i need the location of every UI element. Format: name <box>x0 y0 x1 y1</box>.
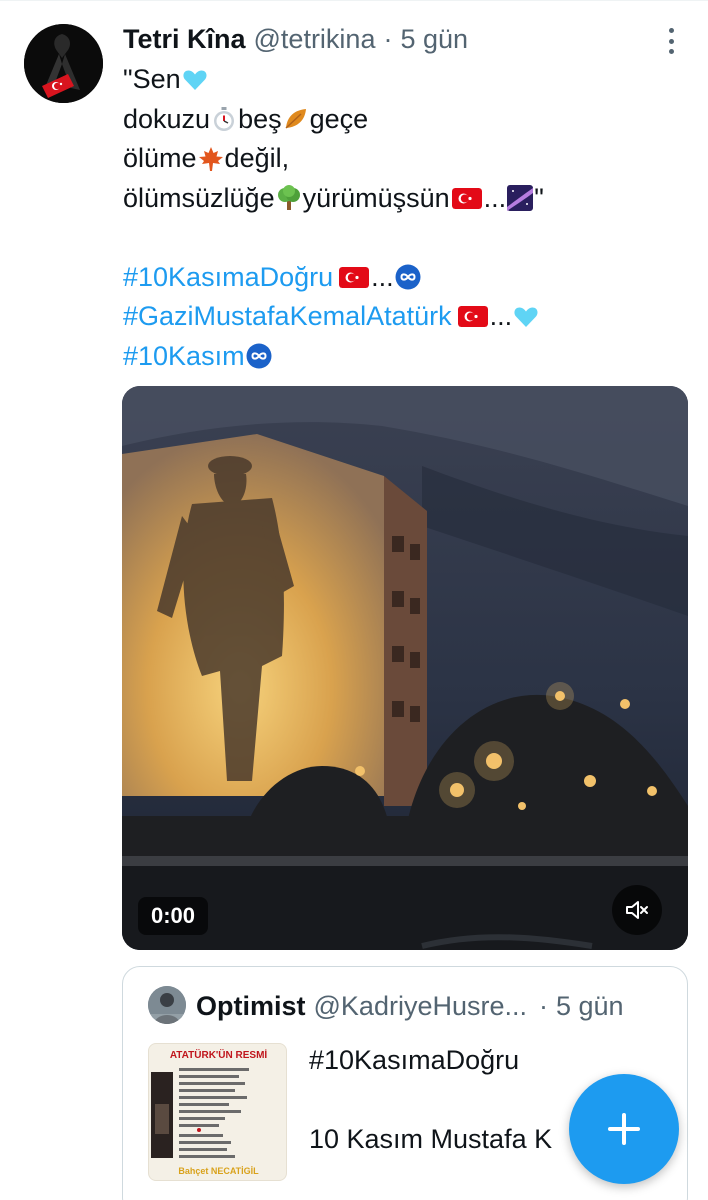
top-divider <box>0 0 708 1</box>
mute-icon[interactable] <box>612 885 662 935</box>
quoted-header-separator: · <box>539 990 548 1021</box>
maple-leaf-icon <box>198 146 223 171</box>
infinity-icon <box>246 343 272 369</box>
text-blank-line <box>123 218 693 258</box>
text-line-3: ölüme değil, <box>123 143 290 173</box>
quoted-author-name[interactable]: Optimist <box>196 991 306 1022</box>
milky-way-icon <box>507 185 534 212</box>
thumbnail-image <box>151 1068 249 1158</box>
tweet-video[interactable] <box>122 386 688 950</box>
plus-icon <box>608 1113 640 1145</box>
quoted-author-avatar[interactable] <box>148 986 186 1024</box>
text-line-1: "Sen <box>123 60 693 100</box>
thumbnail-footer: Bahçet NECATİGİL <box>178 1166 259 1176</box>
tweet-header: Tetri Kîna @tetrikina · 5 gün <box>123 22 468 56</box>
quoted-author-handle[interactable]: @KadriyeHusre... <box>314 991 527 1022</box>
quoted-tweet-text-line-1: #10KasımaDoğru <box>309 1045 520 1075</box>
thumbnail-title: ATATÜRK'ÜN RESMİ <box>169 1050 268 1061</box>
video-timestamp: 0:00 <box>138 897 208 935</box>
hashtag-link[interactable]: #GaziMustafaKemalAtatürk <box>123 297 452 337</box>
tree-icon <box>277 185 300 211</box>
stopwatch-icon <box>214 107 235 132</box>
quoted-tweet-time[interactable]: 5 gün <box>556 991 624 1022</box>
text-line-4: ölümsüzlüğe yürümüşsün ... " <box>123 182 544 213</box>
compose-button[interactable] <box>569 1074 679 1184</box>
author-name[interactable]: Tetri Kîna <box>123 24 246 55</box>
turkey-flag-icon <box>339 266 370 288</box>
fallen-leaf-icon <box>285 109 306 129</box>
infinity-icon <box>395 264 421 290</box>
hashtag-link[interactable]: #10Kasım <box>123 337 245 377</box>
more-icon[interactable] <box>658 26 684 56</box>
hashtag-line-2: #GaziMustafaKemalAtatürk ... <box>123 297 693 337</box>
turkey-flag-icon <box>451 187 482 209</box>
hashtag-line-1: #10KasımaDoğru ... <box>123 258 693 298</box>
quoted-tweet-text-line-2: 10 Kasım Mustafa K <box>309 1124 553 1154</box>
tweet-text: "Sen dokuzu beş geçe ölüme değil, ölümsü… <box>123 60 693 376</box>
hashtag-line-3: #10Kasım <box>123 337 693 377</box>
tweet-time[interactable]: 5 gün <box>400 24 468 55</box>
blue-heart-icon <box>514 307 538 327</box>
author-handle[interactable]: @tetrikina <box>254 24 376 55</box>
quoted-thumbnail[interactable]: ATATÜRK'ÜN RESMİ Bahçet NECATİGİL <box>148 1043 287 1181</box>
text-line-2: dokuzu beş geçe <box>123 103 369 134</box>
blue-heart-icon <box>183 70 207 90</box>
turkey-flag-icon <box>457 306 488 328</box>
quoted-tweet-header: Optimist @KadriyeHusre... · 5 gün <box>196 989 624 1023</box>
author-avatar[interactable] <box>24 24 103 103</box>
header-separator: · <box>383 23 393 54</box>
hashtag-link[interactable]: #10KasımaDoğru <box>123 258 333 298</box>
